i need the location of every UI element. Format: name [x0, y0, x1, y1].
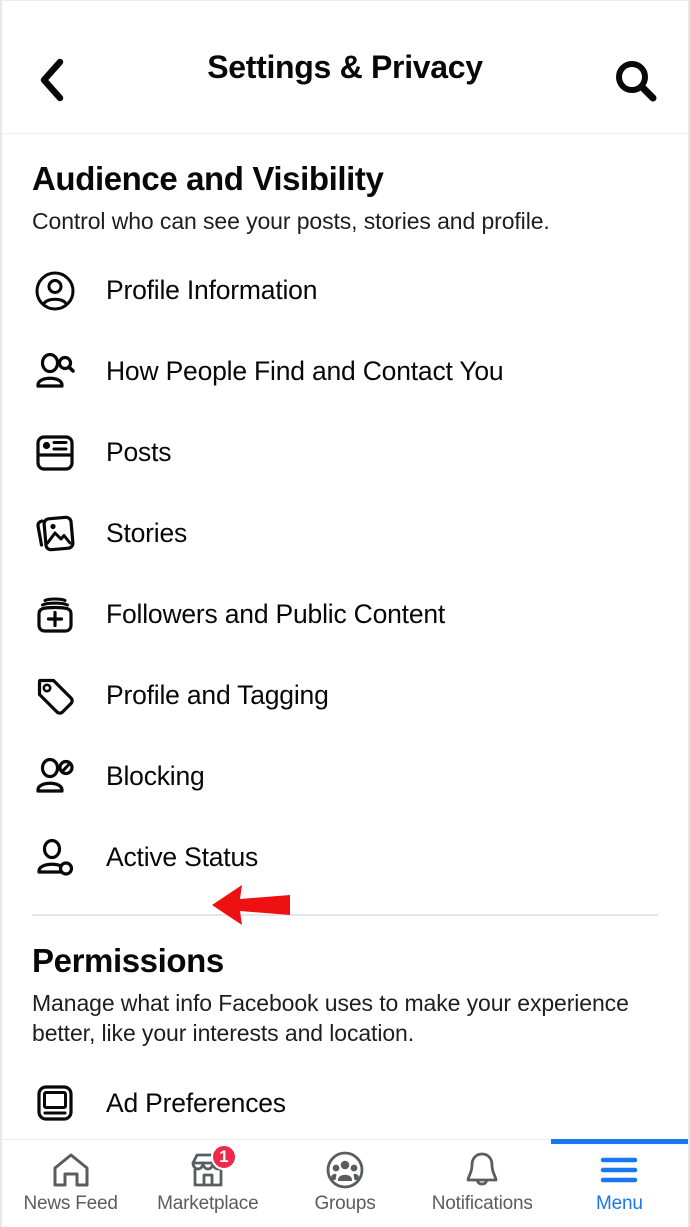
tab-news-feed[interactable]: News Feed — [2, 1140, 139, 1227]
section-title: Permissions — [32, 941, 224, 979]
list-item-label: How People Find and Contact You — [106, 356, 504, 387]
section-audience-and-visibility: Audience and Visibility Control who can … — [2, 134, 688, 898]
person-block-icon — [32, 754, 78, 800]
back-button[interactable] — [24, 53, 78, 107]
tab-icon-wrap — [597, 1149, 641, 1191]
person-status-icon — [32, 835, 78, 881]
section-description: Control who can see your posts, stories … — [32, 208, 550, 234]
list-item-label: Blocking — [106, 761, 205, 792]
chevron-left-icon — [40, 58, 64, 102]
section-permissions: Permissions Manage what info Facebook us… — [2, 916, 688, 1139]
tab-menu[interactable]: Menu — [550, 1138, 688, 1227]
profile-circle-icon — [32, 268, 78, 314]
list-item-active-status[interactable]: Active Status — [32, 817, 658, 898]
tab-label: Notifications — [431, 1193, 533, 1214]
list-item-how-people-find-and-contact-you[interactable]: How People Find and Contact You — [32, 331, 658, 412]
list-item-label: Profile and Tagging — [106, 680, 329, 711]
bell-icon — [466, 1152, 498, 1186]
box-plus-icon — [32, 592, 78, 638]
tab-groups[interactable]: Groups — [276, 1140, 413, 1227]
tab-icon-wrap — [460, 1149, 504, 1191]
page-title: Settings & Privacy — [207, 48, 483, 85]
active-tab-indicator — [550, 1138, 688, 1144]
list-item-label: Followers and Public Content — [106, 599, 446, 630]
list-item-ad-preferences[interactable]: Ad Preferences — [32, 1063, 658, 1139]
tab-icon-wrap: 1 — [186, 1144, 237, 1191]
notification-badge: 1 — [210, 1144, 237, 1170]
section-title: Audience and Visibility — [32, 160, 384, 197]
tab-marketplace[interactable]: 1 Marketplace — [139, 1140, 276, 1227]
tab-label: News Feed — [23, 1193, 118, 1214]
tab-label: Marketplace — [157, 1193, 259, 1214]
list-item-label: Ad Preferences — [106, 1087, 286, 1118]
list-item-profile-information[interactable]: Profile Information — [32, 250, 658, 331]
section-description: Manage what info Facebook uses to make y… — [32, 989, 629, 1047]
list-item-label: Active Status — [106, 842, 259, 873]
top-navigation-bar: Settings & Privacy — [2, 1, 688, 134]
settings-scroll-area[interactable]: Audience and Visibility Control who can … — [2, 134, 688, 1139]
list-item-label: Posts — [106, 437, 172, 468]
tab-icon-wrap — [49, 1149, 93, 1191]
settings-list: Profile Information How People Find and … — [32, 250, 658, 898]
tag-icon — [32, 673, 78, 719]
groups-icon — [326, 1151, 364, 1189]
hamburger-icon — [601, 1157, 638, 1183]
tab-icon-wrap — [323, 1149, 367, 1191]
app-screen: Settings & Privacy Audience and Visibili… — [0, 0, 690, 1227]
stories-photo-icon — [32, 511, 78, 557]
list-item-label: Profile Information — [106, 275, 318, 306]
post-card-icon — [32, 430, 78, 476]
monitor-icon — [32, 1080, 78, 1126]
tab-label: Menu — [596, 1193, 643, 1214]
tab-label: Groups — [314, 1193, 376, 1214]
list-item-blocking[interactable]: Blocking — [32, 736, 658, 817]
search-button[interactable] — [610, 55, 662, 107]
list-item-profile-and-tagging[interactable]: Profile and Tagging — [32, 655, 658, 736]
settings-list: Ad Preferences — [32, 1063, 658, 1139]
home-icon — [53, 1153, 89, 1187]
list-item-stories[interactable]: Stories — [32, 493, 658, 574]
bottom-tab-bar: News Feed 1 Marketplace Groups Notificat… — [2, 1138, 688, 1227]
list-item-label: Stories — [106, 518, 188, 549]
list-item-posts[interactable]: Posts — [32, 412, 658, 493]
list-item-followers-and-public-content[interactable]: Followers and Public Content — [32, 574, 658, 655]
tab-notifications[interactable]: Notifications — [414, 1140, 551, 1227]
search-icon — [616, 61, 657, 102]
person-search-icon — [32, 349, 78, 395]
